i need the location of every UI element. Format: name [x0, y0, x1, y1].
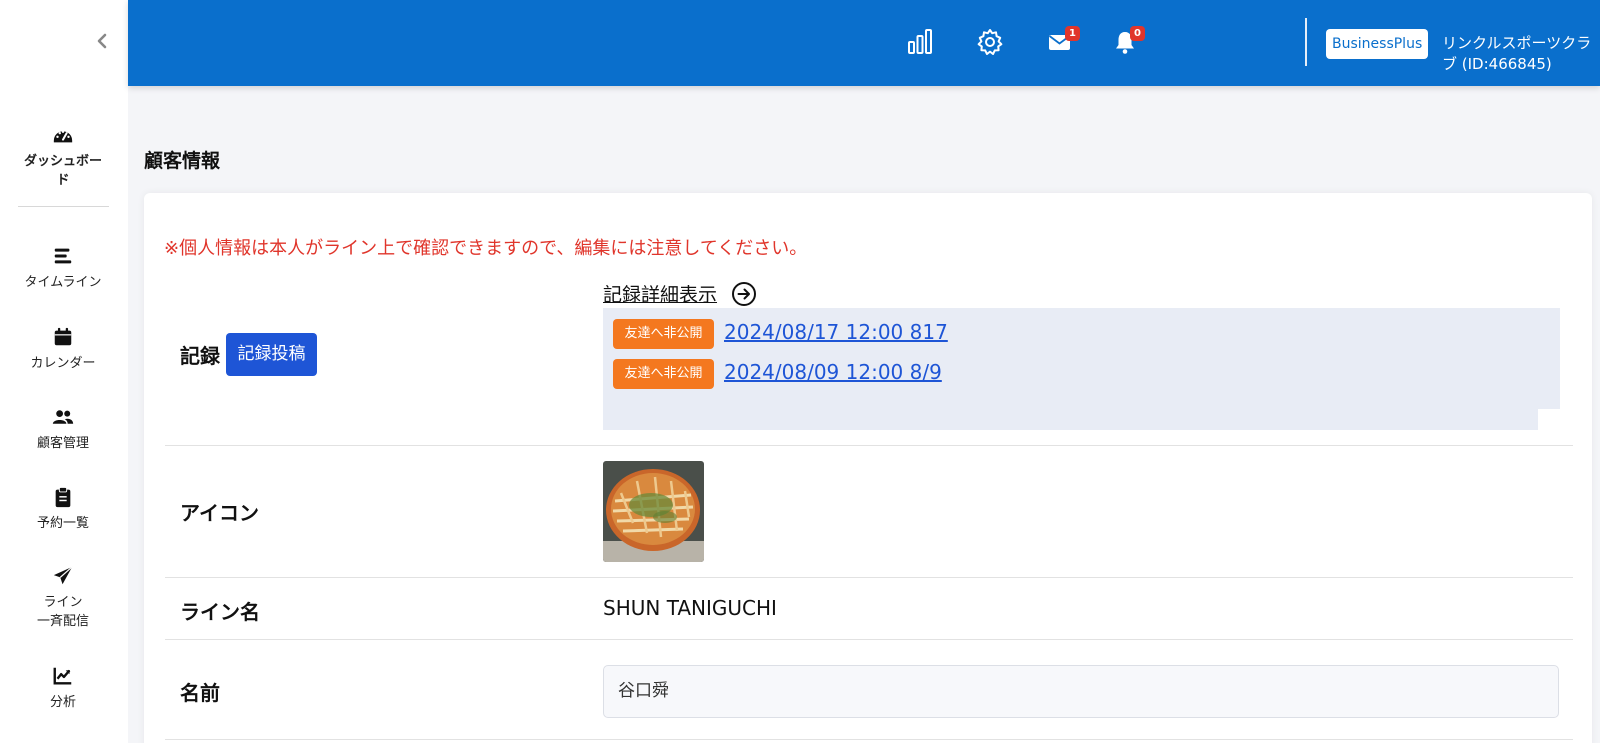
settings-button[interactable] [976, 28, 1004, 56]
sidebar-item-label: ライン 一斉配信 [36, 595, 89, 629]
sidebar-item-label: タイムライン [24, 275, 102, 290]
sidebar-item-customers[interactable]: 顧客管理 [0, 406, 126, 453]
sidebar-item-timeline[interactable]: タイムライン [0, 245, 126, 292]
account-name[interactable]: リンクルスポーツクラブ (ID:466845) [1442, 32, 1600, 74]
arrow-circle-right-icon[interactable] [731, 281, 757, 307]
dashboard-icon [53, 130, 73, 143]
records-label: 記録 [180, 344, 220, 368]
sidebar-item-label: 分析 [49, 695, 76, 710]
customer-info-card [144, 193, 1592, 743]
line-name-value: SHUN TANIGUCHI [603, 596, 777, 620]
sidebar-item-analytics[interactable]: 分析 [0, 665, 126, 712]
sidebar-item-label: 顧客管理 [36, 436, 89, 451]
calendar-icon [54, 327, 72, 346]
sidebar: ダッシュボード タイムライン カレンダー 顧客管理 予約一覧 ライン 一斉配信 … [0, 0, 128, 743]
sidebar-item-broadcast[interactable]: ライン 一斉配信 [0, 565, 126, 631]
analytics-button[interactable] [906, 28, 934, 56]
notification-count-badge: 0 [1130, 26, 1145, 41]
notifications-button[interactable]: 0 [1111, 26, 1145, 56]
sidebar-item-label: ダッシュボード [23, 154, 102, 188]
records-scroll-corner [1538, 409, 1560, 430]
mail-count-badge: 1 [1065, 26, 1080, 41]
row-divider [165, 577, 1573, 578]
visibility-badge: 友達へ非公開 [613, 319, 714, 349]
name-label: 名前 [180, 681, 220, 705]
sidebar-item-dashboard[interactable]: ダッシュボード [0, 124, 126, 190]
header-divider [1305, 18, 1307, 66]
clipboard-icon [55, 486, 71, 508]
row-divider [165, 639, 1573, 640]
timeline-icon [54, 248, 72, 264]
record-link[interactable]: 2024/08/17 12:00 817 [724, 320, 948, 344]
record-link[interactable]: 2024/08/09 12:00 8/9 [724, 360, 942, 384]
paper-plane-icon [53, 566, 73, 585]
chevron-left-icon[interactable] [94, 32, 112, 50]
top-header: 1 0 BusinessPlus リンクルスポーツクラブ (ID:466845) [128, 0, 1600, 86]
name-field[interactable]: 谷口舜 [603, 665, 1559, 718]
bar-chart-icon [908, 29, 932, 54]
icon-label: アイコン [180, 501, 259, 525]
row-divider [165, 445, 1573, 446]
sidebar-divider [18, 206, 109, 207]
line-name-label: ライン名 [180, 600, 260, 624]
profile-photo-icon [603, 461, 704, 562]
plan-badge: BusinessPlus [1326, 29, 1429, 59]
avatar [603, 461, 704, 562]
sidebar-item-label: 予約一覧 [36, 516, 89, 531]
sidebar-item-label: カレンダー [30, 356, 96, 371]
post-record-button[interactable]: 記録投稿 [226, 333, 317, 376]
messages-button[interactable]: 1 [1046, 26, 1080, 56]
users-icon [52, 410, 74, 424]
sidebar-item-reservations[interactable]: 予約一覧 [0, 486, 126, 533]
row-divider [165, 739, 1573, 740]
gear-icon [977, 29, 1003, 55]
privacy-notice: ※個人情報は本人がライン上で確認できますので、編集には注意してください。 [164, 238, 808, 259]
chart-line-icon [53, 667, 72, 685]
page-title: 顧客情報 [144, 150, 221, 172]
sidebar-item-calendar[interactable]: カレンダー [0, 326, 126, 373]
record-detail-link[interactable]: 記録詳細表示 [603, 280, 717, 307]
visibility-badge: 友達へ非公開 [613, 359, 714, 389]
